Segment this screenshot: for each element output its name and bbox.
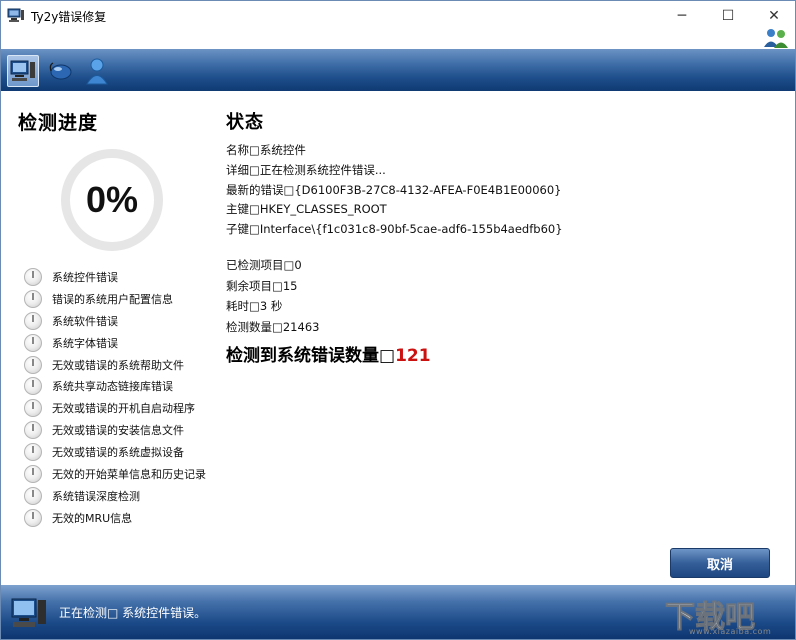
check-item-list: 系统控件错误 错误的系统用户配置信息 系统软件错误 系统字体错误 无效或错误的系… (24, 266, 224, 529)
scan-count-line: 检测数量□21463 (226, 319, 320, 334)
app-window: Ty2y错误修复 ─ ☐ ✕ 检测进度 0% 系统控件错误 错误的系统用户配置信… (0, 0, 796, 640)
pending-clock-icon (24, 399, 42, 418)
computer-icon (7, 8, 24, 22)
check-item-label: 错误的系统用户配置信息 (52, 292, 173, 306)
toolbar (1, 49, 795, 91)
check-item: 系统控件错误 (24, 266, 224, 288)
latest-error-line: 最新的错误□{D6100F3B-27C8-4132-AFEA-F0E4B1E00… (226, 182, 562, 197)
check-item: 系统字体错误 (24, 332, 224, 354)
pending-clock-icon (24, 443, 42, 462)
maximize-button[interactable]: ☐ (705, 1, 751, 31)
check-item-label: 系统软件错误 (52, 314, 118, 328)
check-item-label: 无效的开始菜单信息和历史记录 (52, 467, 206, 481)
computer-icon (11, 598, 46, 627)
scan-stats: 已检测项目□0 剩余项目□15 耗时□3 秒 检测数量□21463 (226, 255, 319, 337)
checked-line: 已检测项目□0 (226, 258, 302, 272)
elapsed-line: 耗时□3 秒 (226, 299, 283, 314)
check-item-label: 系统控件错误 (52, 270, 118, 284)
name-line: 名称□系统控件 (226, 143, 306, 157)
check-item-label: 系统共享动态链接库错误 (52, 380, 173, 394)
check-item: 无效或错误的系统帮助文件 (24, 354, 224, 376)
main-key-line: 主键□HKEY_CLASSES_ROOT (226, 202, 387, 217)
check-item-label: 系统错误深度检测 (52, 489, 140, 503)
check-item-label: 无效或错误的安装信息文件 (52, 424, 184, 438)
check-item: 无效的开始菜单信息和历史记录 (24, 463, 224, 485)
check-item: 错误的系统用户配置信息 (24, 288, 224, 310)
check-item-label: 无效或错误的系统帮助文件 (52, 358, 184, 372)
progress-percent: 0% (85, 179, 139, 220)
check-item-label: 无效或错误的系统虚拟设备 (52, 446, 184, 460)
pending-clock-icon (24, 333, 42, 352)
user-icon (86, 58, 108, 85)
detected-errors-summary: 检测到系统错误数量□121 (226, 341, 431, 366)
check-item-label: 无效的MRU信息 (52, 511, 133, 525)
check-item: 无效或错误的安装信息文件 (24, 419, 224, 441)
check-item: 系统错误深度检测 (24, 485, 224, 507)
watermark-url: www.xiazaiba.com (689, 627, 772, 636)
sub-key-line: 子键□Interface\{f1c031c8-90bf-5cae-adf6-15… (226, 222, 563, 237)
detail-line: 详细□正在检测系统控件错误... (226, 162, 386, 177)
pending-clock-icon (24, 289, 42, 308)
status-heading: 状态 (226, 112, 264, 133)
progress-ring: 0% (61, 149, 163, 251)
users-icon[interactable] (763, 27, 789, 49)
check-item-label: 系统字体错误 (52, 336, 118, 350)
mouse-icon (49, 62, 72, 80)
pending-clock-icon (24, 311, 42, 330)
pending-clock-icon (24, 267, 42, 286)
check-item-label: 无效或错误的开机自启动程序 (52, 402, 195, 416)
toolbar-scan-button[interactable] (7, 55, 39, 87)
toolbar-mouse-button[interactable] (45, 55, 77, 87)
pending-clock-icon (24, 421, 42, 440)
pending-clock-icon (24, 377, 42, 396)
title-bar[interactable]: Ty2y错误修复 ─ ☐ ✕ (1, 1, 795, 31)
toolbar-user-button[interactable] (81, 55, 113, 87)
detected-errors-count: 121 (395, 346, 431, 366)
remaining-line: 剩余项目□15 (226, 278, 298, 293)
pending-clock-icon (24, 355, 42, 374)
check-item: 无效或错误的开机自启动程序 (24, 397, 224, 419)
detected-errors-label: 检测到系统错误数量□ (226, 346, 396, 366)
check-item: 系统软件错误 (24, 310, 224, 332)
check-item: 无效或错误的系统虚拟设备 (24, 441, 224, 463)
pending-clock-icon (24, 486, 42, 505)
minimize-button[interactable]: ─ (659, 1, 705, 31)
pending-clock-icon (24, 464, 42, 483)
window-title: Ty2y错误修复 (31, 10, 107, 24)
pending-clock-icon (24, 508, 42, 527)
status-details: 名称□系统控件 详细□正在检测系统控件错误... 最新的错误□{D6100F3B… (226, 141, 563, 240)
cancel-button[interactable]: 取消 (670, 548, 770, 578)
progress-heading: 检测进度 (18, 112, 99, 134)
status-message: 正在检测□ 系统控件错误。 (59, 606, 207, 620)
computer-scan-icon (10, 60, 35, 81)
check-item: 无效的MRU信息 (24, 507, 224, 529)
check-item: 系统共享动态链接库错误 (24, 375, 224, 397)
